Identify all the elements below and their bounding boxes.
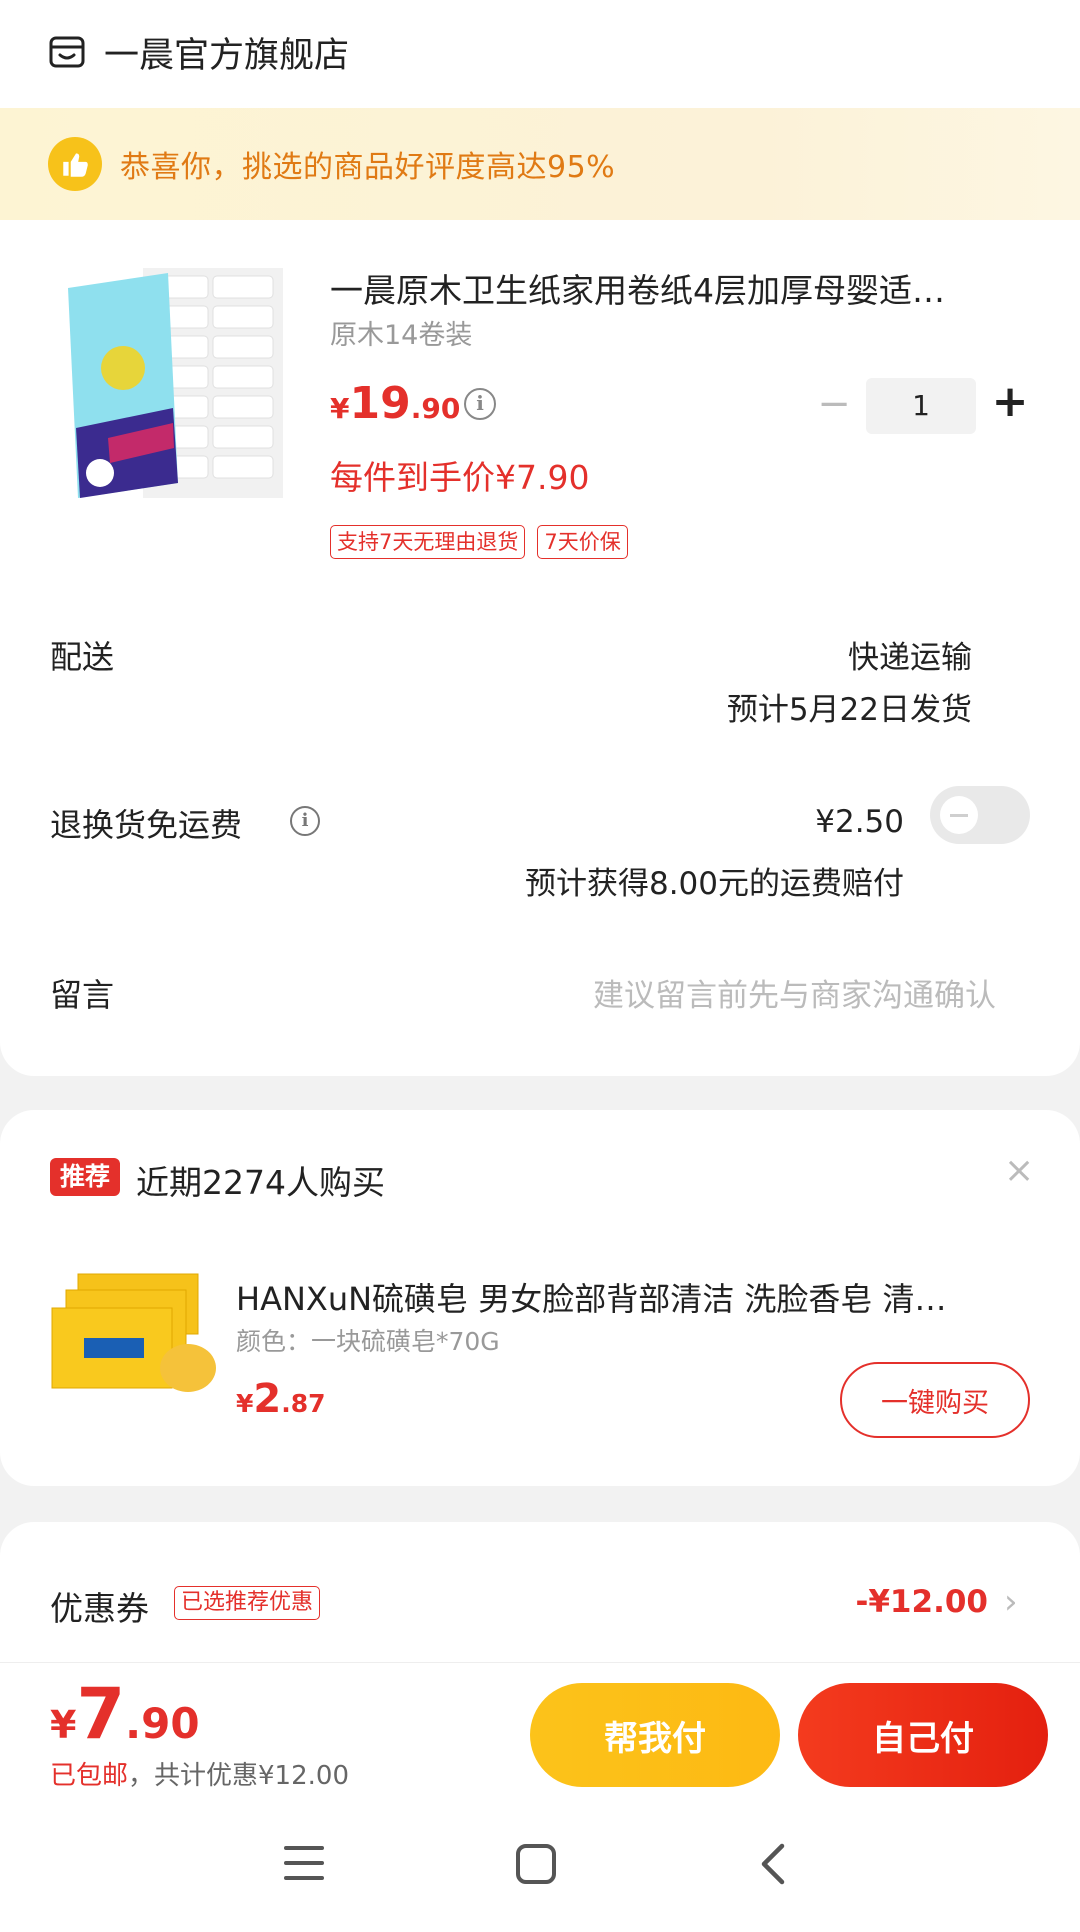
price-decimal: .90 <box>125 1699 200 1748</box>
price-integer: 7 <box>76 1673 126 1755</box>
shop-header[interactable]: 一晨官方旗舰店 <box>48 28 349 76</box>
message-input[interactable]: 建议留言前先与商家沟通确认 <box>593 970 996 1015</box>
total-price: ¥ 7 .90 <box>50 1673 200 1755</box>
checkout-page: 一晨官方旗舰店 恭喜你，挑选的商品好评度高达95% 一晨原木卫生纸家用卷纸4层加… <box>0 0 1080 1932</box>
delivery-date: 预计5月22日发货 <box>726 692 972 728</box>
coupon-card[interactable]: 优惠券 已选推荐优惠 -¥12.00 › <box>0 1522 1080 1682</box>
one-click-buy-button[interactable]: 一键购买 <box>840 1362 1030 1438</box>
service-tag: 支持7天无理由退货 <box>330 525 526 559</box>
product-title[interactable]: 一晨原木卫生纸家用卷纸4层加厚母婴适… <box>330 264 1010 312</box>
return-insurance-label: 退换货免运费 <box>50 806 243 844</box>
price-integer: 2 <box>253 1376 282 1422</box>
discount-summary: ，共计优惠¥12.00 <box>128 1761 349 1791</box>
recommend-spec: 颜色：一块硫磺皂*70G <box>236 1327 500 1356</box>
price-integer: 19 <box>349 378 411 429</box>
recommend-badge: 推荐 <box>50 1158 121 1196</box>
price-symbol: ¥ <box>50 1703 77 1747</box>
price-symbol: ¥ <box>236 1389 254 1418</box>
checkout-bar: ¥ 7 .90 已包邮，共计优惠¥12.00 帮我付 自己付 <box>0 1662 1080 1802</box>
coupon-tag: 已选推荐优惠 <box>174 1586 321 1620</box>
close-icon[interactable]: × <box>1004 1150 1034 1191</box>
service-tags: 支持7天无理由退货 7天价保 <box>330 525 628 559</box>
coupon-amount: -¥12.00 <box>855 1584 989 1620</box>
price-decimal: .87 <box>281 1389 326 1418</box>
recommend-title[interactable]: HANXuN硫磺皂 男女脸部背部清洁 洗脸香皂 清… <box>236 1274 1026 1320</box>
back-icon[interactable] <box>754 1842 794 1886</box>
return-insurance-price: ¥2.50 <box>815 804 904 840</box>
quantity-increase-button[interactable]: + <box>990 380 1030 424</box>
self-pay-button[interactable]: 自己付 <box>798 1683 1048 1787</box>
return-insurance-note: 预计获得8.00元的运费赔付 <box>524 866 904 902</box>
price-info-icon[interactable]: i <box>464 388 496 420</box>
recommend-price: ¥ 2 .87 <box>236 1376 326 1422</box>
delivery-label: 配送 <box>50 638 115 676</box>
order-summary: 已包邮，共计优惠¥12.00 <box>50 1755 349 1792</box>
price-decimal: .90 <box>410 392 461 425</box>
recommend-card: 推荐 近期2274人购买 × HANXuN硫磺皂 男女脸部背部清洁 洗脸香皂 清… <box>0 1110 1080 1486</box>
system-nav-bar <box>0 1802 1080 1932</box>
shipping-status: 已包邮 <box>50 1761 129 1791</box>
banner-text: 恭喜你，挑选的商品好评度高达95% <box>120 150 616 185</box>
delivery-type[interactable]: 快递运输 <box>848 632 972 677</box>
thumbs-up-icon <box>48 137 102 191</box>
price-symbol: ¥ <box>330 392 350 425</box>
service-tag: 7天价保 <box>537 525 628 559</box>
home-icon[interactable] <box>516 1844 556 1884</box>
help-pay-button[interactable]: 帮我付 <box>530 1683 780 1787</box>
product-image[interactable] <box>48 248 288 518</box>
toggle-knob <box>940 796 978 834</box>
recommend-product-image[interactable] <box>48 1268 218 1408</box>
coupon-label: 优惠券 <box>50 1589 149 1628</box>
store-icon <box>49 36 85 68</box>
quantity-input[interactable]: 1 <box>866 378 976 434</box>
order-card: 一晨官方旗舰店 恭喜你，挑选的商品好评度高达95% 一晨原木卫生纸家用卷纸4层加… <box>0 0 1080 1076</box>
product-spec[interactable]: 原木14卷装 <box>330 313 472 352</box>
product-price: ¥ 19 .90 <box>330 378 460 429</box>
recommend-text: 近期2274人购买 <box>136 1163 385 1202</box>
recent-apps-icon[interactable] <box>284 1846 324 1882</box>
rating-banner: 恭喜你，挑选的商品好评度高达95% <box>0 108 1080 220</box>
quantity-decrease-button[interactable]: − <box>814 384 854 424</box>
message-label: 留言 <box>50 976 115 1014</box>
return-insurance-toggle[interactable] <box>930 786 1030 844</box>
shop-name: 一晨官方旗舰店 <box>104 35 350 76</box>
chevron-right-icon: › <box>1004 1582 1018 1622</box>
unit-price: 每件到手价¥7.90 <box>330 458 590 497</box>
info-icon[interactable]: i <box>290 806 320 836</box>
